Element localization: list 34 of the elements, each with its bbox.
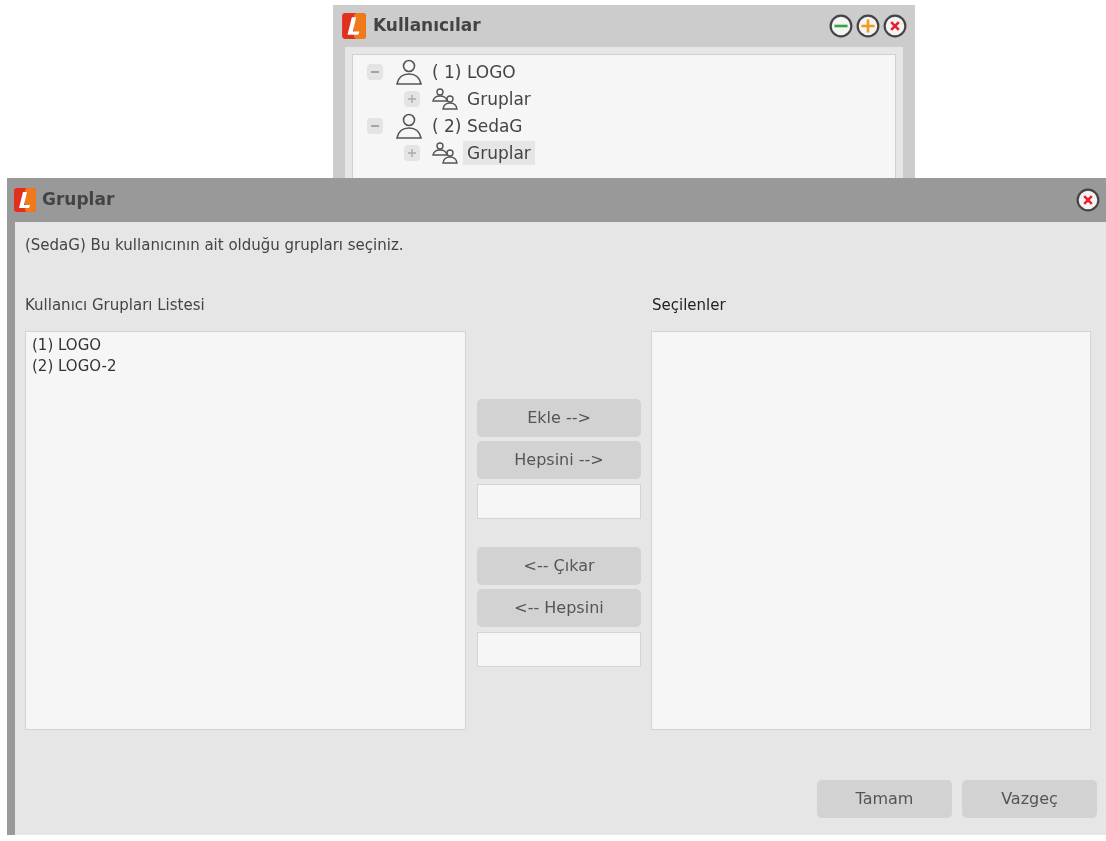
app-logo-icon [341, 13, 367, 39]
expand-icon[interactable] [404, 144, 420, 161]
list-label: Kullanıcı Grupları Listesi [25, 295, 205, 316]
action-button[interactable]: Ekle --> [477, 399, 641, 437]
collapse-icon[interactable] [367, 117, 383, 134]
plus-icon[interactable] [856, 14, 880, 38]
person-icon [395, 112, 423, 139]
tree-item[interactable]: ( 2) SedaG [428, 113, 527, 138]
instruction-text: (SedaG) Bu kullanıcının ait olduğu grupları seçiniz. [25, 235, 404, 256]
app-logo-icon [14, 188, 36, 212]
action-button[interactable]: Vazgeç [962, 780, 1097, 818]
action-button[interactable]: <-- Hepsini [477, 589, 641, 627]
input-field[interactable] [477, 632, 641, 667]
person-icon [395, 58, 423, 85]
action-button[interactable]: Tamam [817, 780, 952, 818]
group-list[interactable]: (1) LOGO (2) LOGO-2 [25, 331, 466, 730]
people-icon [432, 87, 458, 110]
action-button[interactable]: <-- Çıkar [477, 547, 641, 585]
window-title: Kullanıcılar [373, 14, 481, 38]
list-item[interactable]: (1) LOGO [32, 335, 459, 356]
tree-item[interactable]: ( 1) LOGO [428, 59, 520, 84]
expand-icon[interactable] [404, 90, 420, 107]
list-item[interactable]: (2) LOGO-2 [32, 356, 459, 377]
close-icon[interactable] [1076, 188, 1100, 212]
dialog-title: Gruplar [42, 188, 115, 212]
close-icon[interactable] [883, 14, 907, 38]
list-label: Seçilenler [652, 295, 726, 316]
tree-item[interactable]: Gruplar [463, 140, 535, 165]
tree-item[interactable]: Gruplar [463, 86, 535, 111]
minimize-icon[interactable] [829, 14, 853, 38]
action-button[interactable]: Hepsini --> [477, 441, 641, 479]
people-icon [432, 141, 458, 164]
collapse-icon[interactable] [367, 63, 383, 80]
input-field[interactable] [477, 484, 641, 519]
